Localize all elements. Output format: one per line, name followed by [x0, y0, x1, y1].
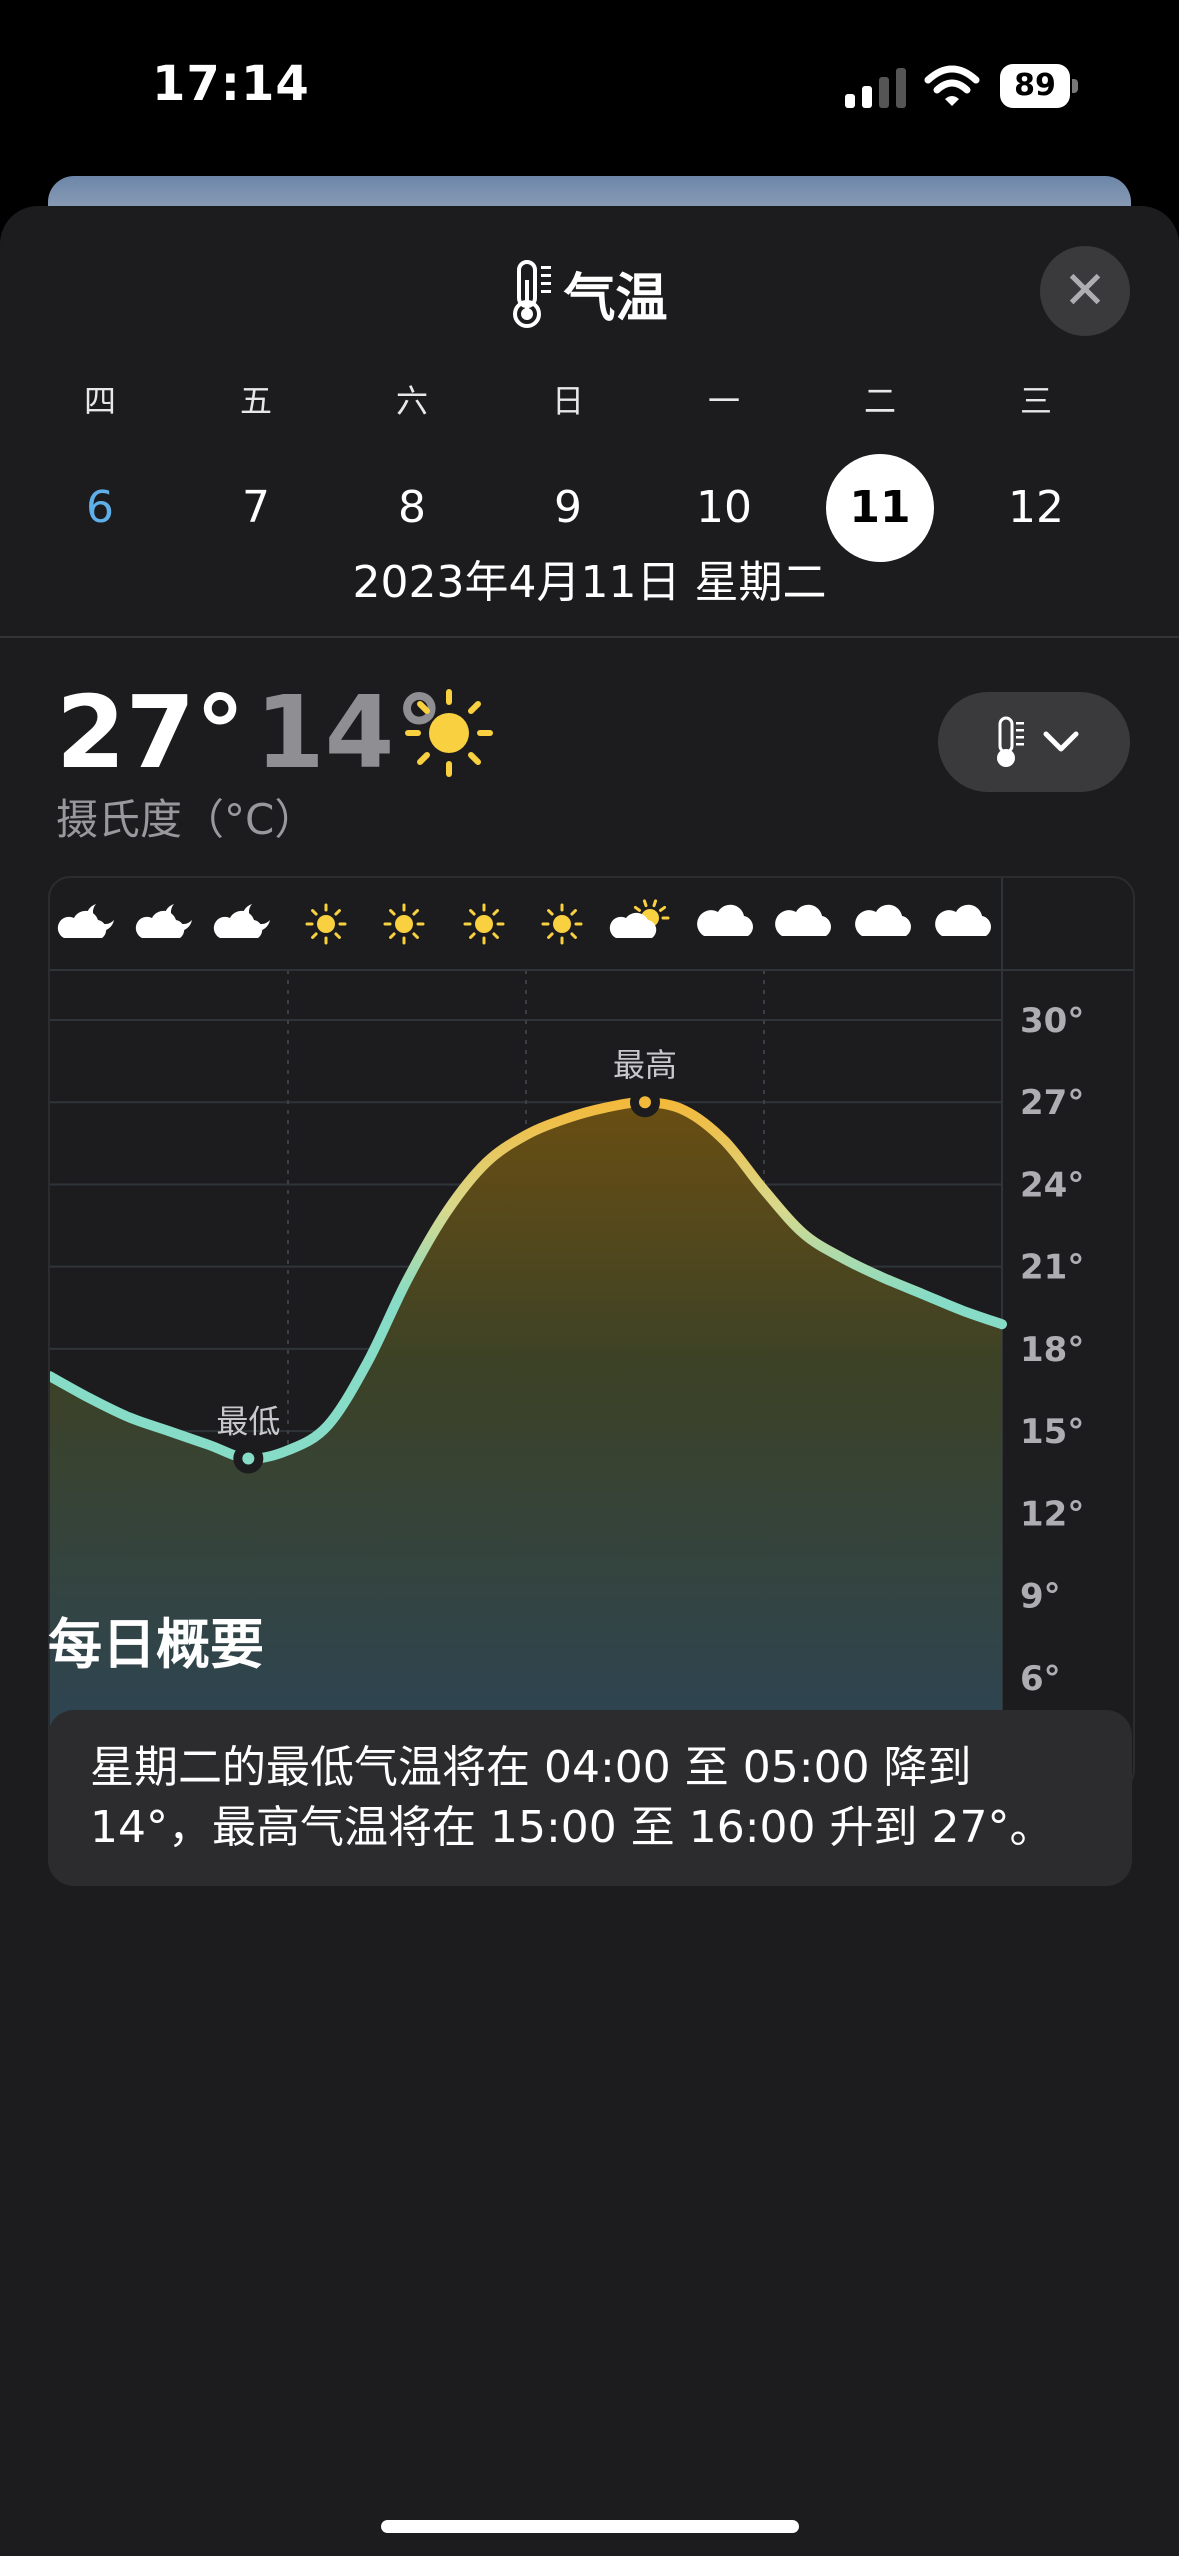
sun-icon-ray: [659, 905, 667, 912]
sun-icon-ray: [492, 932, 499, 939]
cloud-icon: [855, 904, 911, 936]
cloud-icon: [135, 910, 185, 938]
cloud-icon: [697, 904, 753, 936]
max-label: 最高: [613, 1046, 677, 1084]
day-12[interactable]: 三 12: [976, 376, 1096, 562]
sun-icon-ray: [469, 932, 476, 939]
cellular-signal-icon: [845, 68, 906, 108]
sun-icon-ray: [311, 909, 318, 916]
sun-icon-ray: [389, 932, 396, 939]
sun-icon-ray: [633, 905, 641, 912]
sun-icon-core: [553, 915, 571, 933]
cloud-icon: [935, 904, 991, 936]
sheet-title-label: 气温: [563, 269, 668, 329]
sun-icon-ray: [547, 932, 554, 939]
sun-icon: [405, 689, 493, 777]
daily-summary-heading: 每日概要: [48, 1613, 264, 1676]
sun-icon-ray: [389, 909, 396, 916]
divider: [0, 636, 1179, 638]
min-label: 最低: [216, 1403, 280, 1441]
status-time: 17:14: [152, 56, 310, 112]
battery-indicator: 89: [1000, 64, 1078, 108]
battery-nub: [1072, 79, 1078, 93]
sun-icon-ray: [570, 909, 577, 916]
day-of-week-label: 一: [707, 382, 740, 420]
min-point-dot: [242, 1452, 255, 1465]
home-indicator[interactable]: [381, 2520, 799, 2533]
metric-dropdown-button[interactable]: [938, 692, 1130, 792]
y-tick-label: 12°: [1020, 1494, 1084, 1534]
y-tick-label: 21°: [1020, 1248, 1084, 1288]
y-tick-label: 6°: [1020, 1659, 1061, 1699]
y-tick-label: 24°: [1020, 1165, 1084, 1205]
temperature-sheet: 气温 ✕ 四 6 五 7 六 8 日 9 一 10 二 11 三 12 2023年4月11日 星期二 27…: [0, 206, 1179, 2556]
battery-level: 89: [1000, 64, 1070, 108]
day-7[interactable]: 五7: [196, 376, 316, 562]
day-9[interactable]: 日9: [508, 376, 628, 562]
high-low-summary: 27° 14°: [56, 674, 493, 791]
sun-icon-ray: [412, 932, 419, 939]
close-button[interactable]: ✕: [1040, 246, 1130, 336]
sheet-title: 气温: [0, 256, 1179, 331]
day-of-week-label: 二: [863, 382, 896, 420]
high-temp: 27°: [56, 674, 246, 791]
y-tick-label: 18°: [1020, 1330, 1084, 1370]
thermometer-icon: [513, 259, 552, 328]
sun-icon-core: [395, 915, 413, 933]
sun-icon-ray: [642, 899, 648, 908]
y-tick-label: 30°: [1020, 1001, 1084, 1041]
day-of-week-label: 五: [239, 382, 272, 420]
sun-icon-ray: [412, 909, 419, 916]
sun-icon-ray: [652, 899, 658, 908]
sun-icon-ray: [334, 909, 341, 916]
cloud-icon: [57, 910, 107, 938]
wifi-icon: [924, 65, 980, 106]
sun-icon-ray: [570, 932, 577, 939]
day-of-week-label: 四: [83, 382, 116, 420]
sun-icon-ray: [492, 909, 499, 916]
sun-icon-ray: [334, 932, 341, 939]
y-tick-label: 9°: [1020, 1577, 1061, 1617]
day-of-week-label: 日: [551, 382, 584, 420]
day-6[interactable]: 四6: [40, 376, 160, 562]
day-8[interactable]: 六8: [352, 376, 472, 562]
sun-icon-core: [475, 915, 493, 933]
day-11[interactable]: 二 11: [820, 376, 940, 562]
full-date: 2023年4月11日 星期二: [352, 557, 827, 608]
day-10[interactable]: 一 10: [664, 376, 784, 562]
status-bar: 17:14 89: [0, 0, 1179, 170]
close-icon: ✕: [1063, 261, 1107, 321]
day-of-week-label: 三: [1019, 382, 1052, 420]
y-tick-label: 15°: [1020, 1412, 1084, 1452]
sun-icon-ray: [469, 909, 476, 916]
thermometer-icon: [997, 716, 1024, 767]
sun-icon-ray: [547, 909, 554, 916]
sun-icon-ray: [311, 932, 318, 939]
chevron-down-icon: [1043, 731, 1079, 752]
sun-icon-core: [317, 915, 335, 933]
y-tick-label: 27°: [1020, 1083, 1084, 1123]
day-of-week-label: 六: [395, 382, 428, 420]
cloud-icon: [213, 910, 263, 938]
cloud-icon: [775, 904, 831, 936]
max-point-dot: [639, 1096, 651, 1109]
daily-summary-card: 星期二的最低气温将在 04:00 至 05:00 降到 14°，最高气温将在 1…: [48, 1710, 1132, 1886]
unit-label: 摄氏度（°C）: [56, 795, 317, 844]
